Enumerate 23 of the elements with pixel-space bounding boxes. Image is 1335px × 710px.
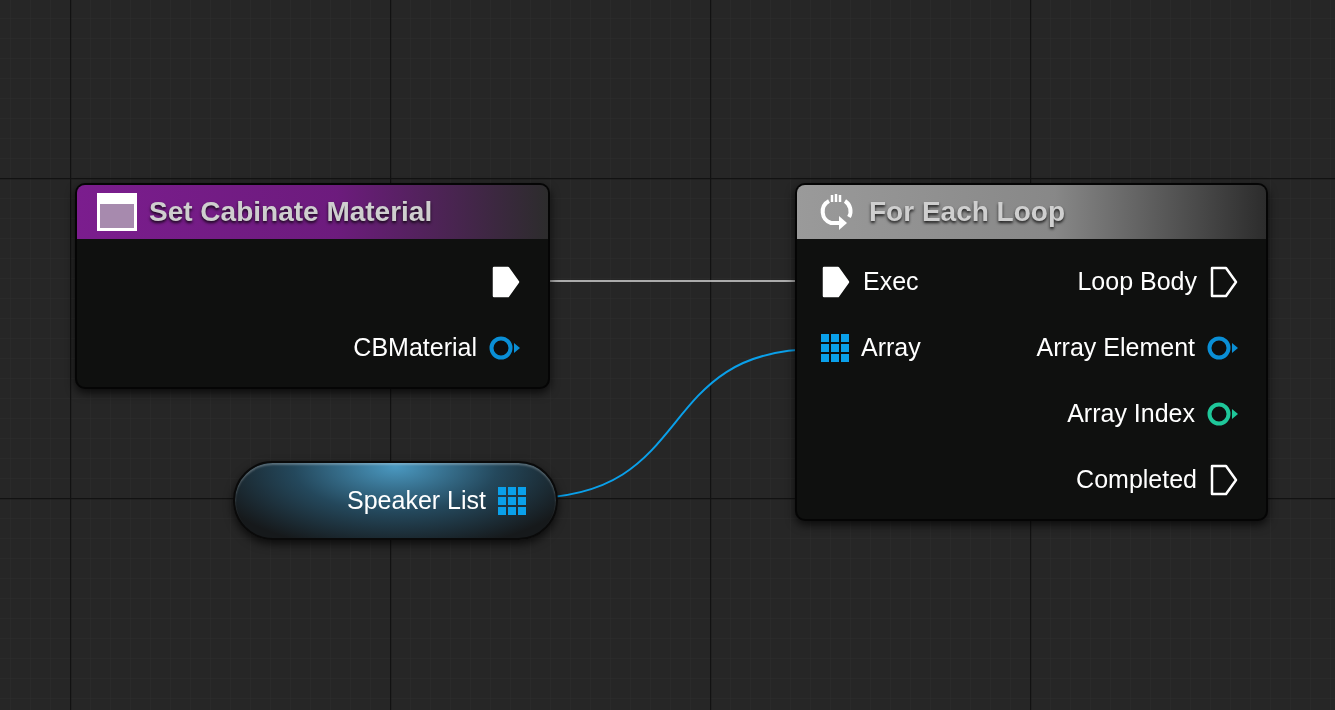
- pin-label: Array Index: [1067, 398, 1195, 430]
- exec-pin[interactable]: [1209, 265, 1239, 299]
- data-pin[interactable]: [1207, 401, 1239, 427]
- array-pin[interactable]: [498, 486, 526, 515]
- blueprint-node[interactable]: Set Cabinate Material CBMaterial: [75, 183, 550, 389]
- exec-pin[interactable]: [821, 265, 851, 299]
- data-pin[interactable]: [1207, 335, 1239, 361]
- pin-label: Completed: [1076, 464, 1197, 496]
- node-title: Set Cabinate Material: [149, 195, 433, 229]
- pin-label: Exec: [863, 266, 919, 298]
- array-pin[interactable]: [821, 334, 849, 362]
- exec-pin[interactable]: [491, 265, 521, 299]
- pin-label: CBMaterial: [353, 332, 477, 364]
- data-pin[interactable]: [489, 335, 521, 361]
- pin-label: Loop Body: [1077, 266, 1197, 298]
- variable-node[interactable]: Speaker List: [233, 461, 558, 540]
- pin-label: Array Element: [1036, 332, 1195, 364]
- exec-pin[interactable]: [1209, 463, 1239, 497]
- function-icon: [97, 193, 137, 231]
- blueprint-node[interactable]: For Each Loop Exec Loop Body Array Array Element Array Index Completed: [795, 183, 1268, 521]
- pin-label: Array: [861, 332, 921, 364]
- node-title: For Each Loop: [869, 195, 1065, 229]
- variable-label: Speaker List: [347, 484, 486, 516]
